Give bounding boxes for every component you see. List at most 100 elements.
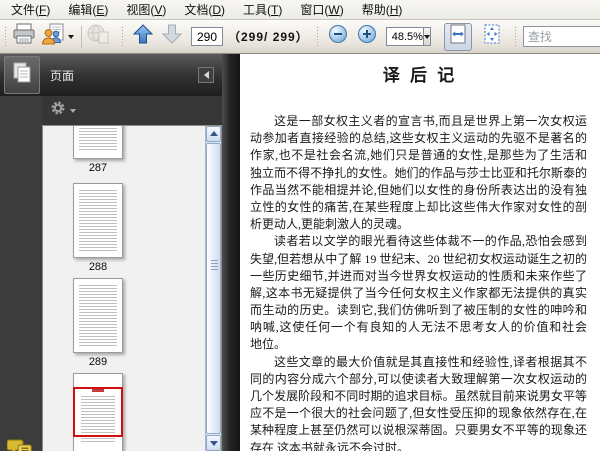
toolbar-grip[interactable] xyxy=(315,26,320,47)
previous-page-button[interactable] xyxy=(129,23,157,51)
thumbnail-sheet[interactable] xyxy=(73,183,123,258)
doc-text-line: 某种程度上甚至仍然可以说根深蒂固。只要男女不平等的现象还 xyxy=(250,423,587,438)
scroll-up-button[interactable] xyxy=(206,126,221,142)
menu-item-3[interactable]: 文档(D) xyxy=(175,0,234,19)
pages-panel-tab[interactable] xyxy=(4,56,40,94)
fit-page-button[interactable] xyxy=(478,23,506,51)
up-arrow-icon xyxy=(132,23,154,50)
chevron-down-icon xyxy=(423,34,430,39)
menu-item-4[interactable]: 工具(T) xyxy=(234,0,291,19)
doc-text-line: 这些文章的最大价值就是其直接性和经验性,译者根据其不 xyxy=(274,354,587,369)
content-area: 页面 287 288 289 译 后 记 这是一部女权主义者的宣言书,而且是世界… xyxy=(0,54,600,451)
sidebar-icon-strip xyxy=(0,96,43,451)
menu-item-2[interactable]: 视图(V) xyxy=(117,0,175,19)
doc-text-line: 应不是一个很大的社会问题了,但女性受压抑的现象依然存在,在 xyxy=(250,406,587,421)
sidebar-splitter[interactable] xyxy=(222,54,240,451)
zoom-in-icon xyxy=(357,24,377,49)
page-thumbnail-290[interactable]: 290 xyxy=(73,373,123,451)
toolbar-grip[interactable] xyxy=(3,26,7,47)
toolbar: （299/ 299） xyxy=(0,20,600,54)
collapse-arrow-icon xyxy=(203,71,209,79)
scrollbar-thumb[interactable] xyxy=(206,143,221,434)
doc-text-line: 读者若以文学的眼光看待这些体裁不一的作品,恐怕会感到 xyxy=(274,234,587,249)
document-title: 译 后 记 xyxy=(382,66,458,85)
panel-options-button[interactable] xyxy=(50,100,76,121)
thumbnail-panel: 287 288 289 290 xyxy=(42,125,222,451)
print-button[interactable] xyxy=(10,23,38,51)
doc-text-line: 立性的女性的痛苦,在某些程度上却比这些伟大作家对女性的剖 xyxy=(250,199,587,214)
pages-icon xyxy=(12,61,32,90)
menu-item-5[interactable]: 窗口(W) xyxy=(291,0,352,19)
thumbnail-text-lines xyxy=(79,190,117,251)
toolbar-grip[interactable] xyxy=(120,26,124,47)
doc-text-line: 而生动的历史。读到它,我们仿佛听到了被压制的女性的呻吟和 xyxy=(250,303,587,318)
thumbnail-text-lines xyxy=(79,126,117,152)
panel-options-row xyxy=(42,96,222,126)
thumbnail-page-number: 289 xyxy=(88,356,108,368)
thumbnail-sheet[interactable] xyxy=(73,278,123,353)
navigation-sidebar: 页面 287 288 289 xyxy=(0,54,222,451)
menu-bar: 文件(F) 编辑(E) 视图(V) 文档(D) 工具(T) 窗口(W) 帮助(H) xyxy=(0,0,600,20)
zoom-in-button[interactable] xyxy=(353,23,381,51)
doc-text-line: 同的内容分成六个部分,可以使读者大致理解第一次女权运动的 xyxy=(250,371,587,386)
down-arrow-icon xyxy=(161,23,183,50)
page-thumbnail-287[interactable]: 287 xyxy=(73,126,123,174)
web-capture-button xyxy=(84,23,112,51)
current-view-highlight[interactable] xyxy=(73,387,123,437)
page-thumbnail-289[interactable]: 289 xyxy=(73,278,123,368)
thumbnail-scrollbar[interactable] xyxy=(205,126,221,451)
fit-width-icon xyxy=(449,24,467,49)
next-page-button xyxy=(158,23,186,51)
collaborate-button[interactable] xyxy=(40,23,75,51)
doc-text-line: 地位。 xyxy=(250,337,287,352)
gear-icon xyxy=(50,100,66,121)
collapse-panel-button[interactable] xyxy=(198,67,214,83)
printer-icon xyxy=(12,23,36,50)
doc-text-line: 作品当然不能相提并论,但她们以女性的身份所表达出的没有独 xyxy=(250,182,587,197)
panel-title: 页面 xyxy=(50,68,75,83)
doc-text-line: 解,这本书无疑提供了当今任何女权主义作家都无法提供的真实 xyxy=(250,285,587,300)
thumbnail-sheet[interactable] xyxy=(73,373,123,451)
page-body: 这是一部女权主义者的宣言书,而且是世界上第一次女权运 动参加者直接经验的总结,这些… xyxy=(250,113,587,451)
doc-text-line: 这是一部女权主义者的宣言书,而且是世界上第一次女权运 xyxy=(274,114,587,128)
thumbnail-text-lines xyxy=(79,285,117,346)
pages-panel-header: 页面 xyxy=(0,54,222,97)
thumbnail-page-number: 288 xyxy=(88,261,108,273)
menu-item-6[interactable]: 帮助(H) xyxy=(353,0,412,19)
zoom-level-display[interactable]: 48.5% xyxy=(385,27,424,46)
toolbar-grip[interactable] xyxy=(513,26,518,47)
page-count-label: （299/ 299） xyxy=(228,30,309,44)
collaborate-icon xyxy=(41,23,65,50)
doc-text-line: 失望,但若想从中了解 19 世纪末、20 世纪初女权运动诞生之初的 xyxy=(250,251,587,266)
page-number-input[interactable] xyxy=(191,27,223,46)
fit-page-icon xyxy=(483,24,501,49)
chevron-down-icon xyxy=(209,441,218,446)
doc-text-line: 析更动人,更能刺激人的灵魂。 xyxy=(250,217,410,232)
document-page[interactable]: 译 后 记 这是一部女权主义者的宣言书,而且是世界上第一次女权运 动参加者直接经验… xyxy=(240,54,600,451)
doc-text-line: 存在,这本书就永远不会过时。 xyxy=(250,440,410,451)
toolbar-separator xyxy=(81,25,82,48)
thumbnail-page-number: 287 xyxy=(88,162,108,174)
doc-text-line: 呐喊,这使任何一个有良知的人无法不思考女人的价值和社会 xyxy=(250,320,587,335)
comments-tab[interactable] xyxy=(6,436,34,451)
zoom-dropdown-button[interactable] xyxy=(423,27,431,46)
chevron-up-icon xyxy=(209,131,218,136)
pdf-reader-window: 文件(F) 编辑(E) 视图(V) 文档(D) 工具(T) 窗口(W) 帮助(H) xyxy=(0,0,600,451)
menu-item-1[interactable]: 编辑(E) xyxy=(59,0,117,19)
scrollbar-grip xyxy=(211,259,218,271)
scroll-down-button[interactable] xyxy=(206,435,221,451)
chevron-down-icon xyxy=(68,34,74,39)
doc-text-line: 独立而不得不挣扎的女性。她们的作品与莎士比亚和托尔斯泰的 xyxy=(250,165,587,180)
doc-text-line: 一些历史细节,并进而对当今世界女权运动的性质和未来作些了 xyxy=(250,268,587,283)
menu-item-0[interactable]: 文件(F) xyxy=(2,0,59,19)
doc-text-line: 作家,也不是社会名流,她们只是普通的女性,是那些为了生活和 xyxy=(250,148,587,163)
find-input[interactable] xyxy=(522,26,600,47)
fit-width-button[interactable] xyxy=(443,22,472,51)
page-thumbnail-288[interactable]: 288 xyxy=(73,183,123,273)
zoom-level-value: 48.5% xyxy=(391,30,423,43)
thumbnail-sheet[interactable] xyxy=(73,126,123,159)
zoom-out-button[interactable] xyxy=(324,23,352,51)
globe-icon xyxy=(86,23,110,50)
doc-text-line: 几个发展阶段和不同时期的追求目标。虽然就目前来说男女平等 xyxy=(250,389,587,403)
chevron-down-icon xyxy=(70,108,76,113)
